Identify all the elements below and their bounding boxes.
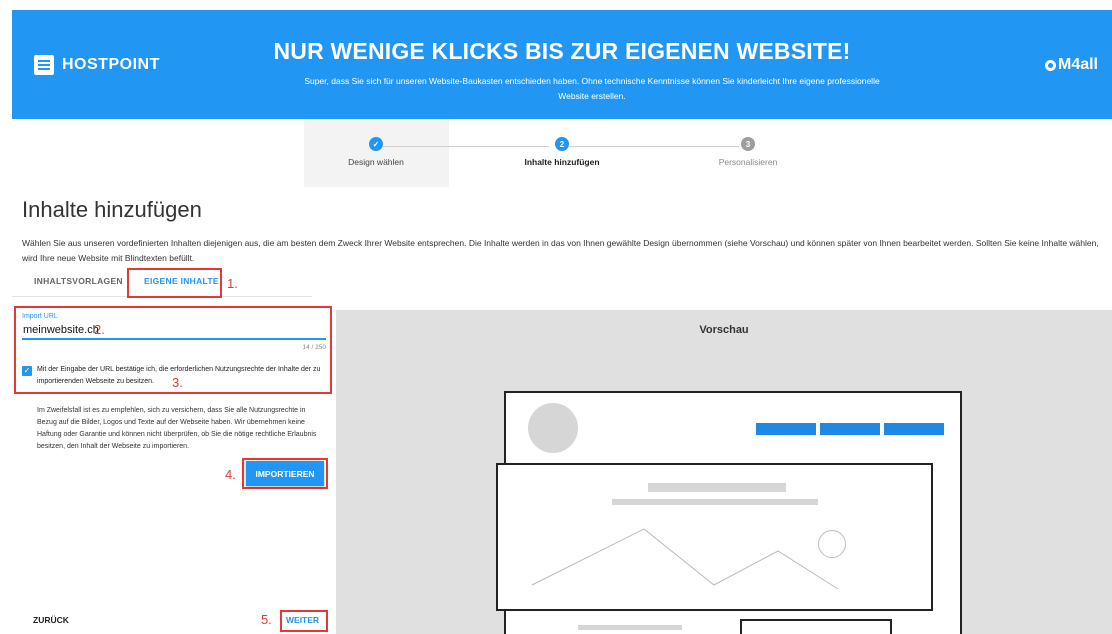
wizard-stepper: ✓ Design wählen 2 Inhalte hinzufügen 3 P… (0, 119, 1112, 189)
step-label: Personalisieren (718, 157, 778, 167)
annotation-box (127, 268, 222, 298)
page: HOSTPOINT NUR WENIGE KLICKS BIS ZUR EIGE… (0, 0, 1112, 634)
cm4all-icon (1044, 59, 1056, 71)
cm4all-text: M4all (1057, 56, 1098, 73)
annotation-number: 4. (225, 467, 236, 482)
header-subtitle: Super, dass Sie sich für unseren Website… (304, 76, 880, 101)
annotation-number: 1. (227, 276, 238, 291)
annotation-number: 5. (261, 612, 272, 627)
import-url-label: Import URL (22, 313, 58, 320)
header-banner: HOSTPOINT NUR WENIGE KLICKS BIS ZUR EIGE… (12, 10, 1112, 119)
step-content[interactable]: 2 Inhalte hinzufügen (482, 137, 642, 167)
character-counter: 14 / 250 (302, 344, 327, 351)
import-url-input[interactable] (22, 322, 326, 340)
disclaimer-text: Im Zweifelsfall ist es zu empfehlen, sic… (37, 407, 317, 450)
preview-panel: Vorschau (336, 310, 1112, 634)
mockup-nav-item (884, 423, 944, 435)
mockup-nav-item (756, 423, 816, 435)
step-label: Design wählen (348, 157, 404, 167)
back-button[interactable]: ZURÜCK (33, 615, 69, 625)
mockup-text-bar (578, 625, 682, 630)
mockup-logo-placeholder (528, 403, 578, 453)
mockup-hero-section (496, 463, 933, 611)
step-number: 3 (741, 137, 755, 151)
mockup-mountain-image (531, 528, 839, 590)
step-design[interactable]: ✓ Design wählen (296, 137, 456, 167)
import-button[interactable]: IMPORTIEREN (246, 461, 324, 486)
step-number: 2 (555, 137, 569, 151)
rights-checkbox-label: Mit der Eingabe der URL bestätige ich, d… (37, 366, 321, 385)
step-label: Inhalte hinzufügen (524, 157, 600, 167)
rights-checkbox[interactable]: ✓ (22, 366, 32, 376)
page-title: Inhalte hinzufügen (22, 197, 202, 222)
step-personalize[interactable]: 3 Personalisieren (668, 137, 828, 167)
mockup-nav-item (820, 423, 880, 435)
next-button[interactable]: WEITER (286, 615, 319, 625)
website-mockup (496, 391, 962, 634)
mockup-image-box (740, 619, 892, 634)
tab-inhaltsvorlagen[interactable]: INHALTSVORLAGEN (34, 276, 123, 286)
preview-title: Vorschau (699, 324, 749, 336)
check-icon: ✓ (369, 137, 383, 151)
header-title: NUR WENIGE KLICKS BIS ZUR EIGENEN WEBSIT… (273, 38, 851, 64)
intro-text: Wählen Sie aus unseren vordefinierten In… (22, 238, 1099, 263)
cm4all-logo: M4all (1044, 56, 1098, 74)
